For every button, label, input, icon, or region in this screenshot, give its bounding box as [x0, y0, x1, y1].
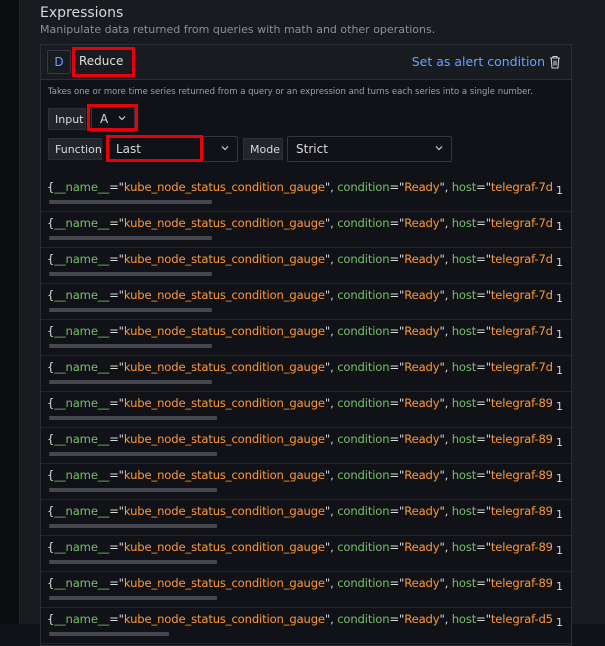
series-label: {__name__="kube_node_status_condition_ga… — [47, 288, 552, 302]
series-value: 1 — [556, 328, 563, 341]
series-row: {__name__="kube_node_status_condition_ga… — [41, 572, 571, 608]
series-row: {__name__="kube_node_status_condition_ga… — [41, 464, 571, 500]
mode-label: Mode — [243, 138, 283, 160]
ref-id-badge[interactable]: D — [47, 50, 71, 74]
series-label: {__name__="kube_node_status_condition_ga… — [47, 540, 552, 554]
series-label: {__name__="kube_node_status_condition_ga… — [47, 180, 552, 194]
series-label: {__name__="kube_node_status_condition_ga… — [47, 396, 552, 410]
series-bar — [49, 272, 212, 276]
series-label: {__name__="kube_node_status_condition_ga… — [47, 252, 552, 266]
series-value: 1 — [556, 436, 563, 449]
series-label: {__name__="kube_node_status_condition_ga… — [47, 324, 552, 338]
series-label: {__name__="kube_node_status_condition_ga… — [47, 576, 552, 590]
expression-type-label: Reduce — [79, 54, 124, 68]
series-label: {__name__="kube_node_status_condition_ga… — [47, 360, 552, 374]
expression-header: D Reduce Set as alert condition — [41, 45, 571, 80]
highlight-box-input — [87, 104, 138, 131]
series-value: 1 — [556, 580, 563, 593]
series-value: 1 — [556, 364, 563, 377]
series-value: 1 — [556, 400, 563, 413]
series-row: {__name__="kube_node_status_condition_ga… — [41, 536, 571, 572]
mode-select-value: Strict — [296, 142, 328, 156]
series-bar — [49, 488, 217, 492]
series-value: 1 — [556, 472, 563, 485]
highlight-box-function — [106, 135, 203, 162]
series-label: {__name__="kube_node_status_condition_ga… — [47, 432, 552, 446]
series-value: 1 — [556, 292, 563, 305]
series-value: 1 — [556, 616, 563, 629]
chevron-down-icon — [435, 146, 443, 151]
series-bar — [49, 632, 169, 636]
series-value: 1 — [556, 220, 563, 233]
chevron-down-icon — [221, 146, 229, 151]
series-row: {__name__="kube_node_status_condition_ga… — [41, 356, 571, 392]
series-value: 1 — [556, 508, 563, 521]
series-bar — [49, 452, 217, 456]
series-bar — [49, 416, 217, 420]
series-bar — [49, 308, 212, 312]
series-row: {__name__="kube_node_status_condition_ga… — [41, 320, 571, 356]
series-bar — [49, 344, 212, 348]
section-title: Expressions — [40, 5, 124, 21]
series-row: {__name__="kube_node_status_condition_ga… — [41, 176, 571, 212]
series-bar — [49, 200, 212, 204]
function-label: Function — [48, 138, 102, 160]
series-bar — [49, 380, 212, 384]
series-row: {__name__="kube_node_status_condition_ga… — [41, 248, 571, 284]
section-subtitle: Manipulate data returned from queries wi… — [40, 23, 436, 36]
expression-description: Takes one or more time series returned f… — [48, 87, 533, 97]
expression-card: D Reduce Set as alert condition Takes on… — [40, 44, 572, 646]
series-row: {__name__="kube_node_status_condition_ga… — [41, 392, 571, 428]
series-value: 1 — [556, 544, 563, 557]
series-label: {__name__="kube_node_status_condition_ga… — [47, 216, 552, 230]
series-row: {__name__="kube_node_status_condition_ga… — [41, 428, 571, 464]
series-bar — [49, 560, 217, 564]
series-bar — [49, 596, 217, 600]
series-row: {__name__="kube_node_status_condition_ga… — [41, 284, 571, 320]
input-label: Input — [48, 108, 86, 130]
series-label: {__name__="kube_node_status_condition_ga… — [47, 468, 552, 482]
series-value: 1 — [556, 256, 563, 269]
trash-icon[interactable] — [549, 55, 561, 69]
series-bar — [49, 524, 217, 528]
series-label: {__name__="kube_node_status_condition_ga… — [47, 504, 552, 518]
left-gutter — [0, 0, 19, 624]
set-alert-condition-link[interactable]: Set as alert condition — [412, 54, 545, 69]
mode-select[interactable]: Strict — [287, 136, 452, 162]
series-row: {__name__="kube_node_status_condition_ga… — [41, 608, 571, 644]
series-row: {__name__="kube_node_status_condition_ga… — [41, 500, 571, 536]
series-list: {__name__="kube_node_status_condition_ga… — [41, 176, 571, 644]
series-value: 1 — [556, 184, 563, 197]
series-bar — [49, 236, 212, 240]
series-row: {__name__="kube_node_status_condition_ga… — [41, 212, 571, 248]
